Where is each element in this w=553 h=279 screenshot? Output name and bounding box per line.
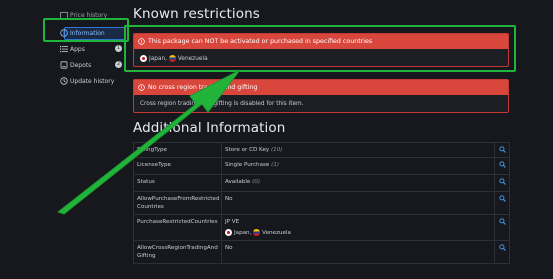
country-list: Japan, Venezuela [225, 229, 491, 237]
row-value: Single Purchase (1) [222, 158, 495, 174]
restriction-body-text: Cross region trading and gifting is disa… [140, 101, 304, 107]
sidebar-item-label: Apps [70, 45, 85, 53]
highlight-box-nav [43, 18, 129, 42]
restriction-header-text: No cross region trading and gifting [148, 84, 258, 91]
sidebar-item-depots[interactable]: Depots 2 [58, 58, 128, 72]
info-table: BillingType Store or CD Key (10) License… [133, 142, 510, 264]
table-row: LicenseType Single Purchase (1) [134, 158, 509, 175]
sidebar-item-apps[interactable]: Apps 1 [58, 42, 128, 56]
row-key: BillingType [134, 143, 222, 157]
japan-flag-icon [225, 229, 232, 236]
search-button[interactable] [495, 175, 509, 191]
country-name: Japan [234, 230, 250, 236]
clock-icon [60, 77, 68, 85]
search-button[interactable] [495, 143, 509, 157]
page-title: Known restrictions [133, 6, 260, 22]
value-text: No [225, 245, 233, 251]
venezuela-flag-icon [253, 229, 261, 236]
row-value: JP VE Japan, Venezuela [222, 215, 495, 240]
row-value: Store or CD Key (10) [222, 143, 495, 157]
app-root: Price history Information Apps 1 Depots … [0, 0, 553, 279]
value-text: Store or CD Key [225, 147, 270, 153]
sidebar-item-label: Depots [70, 61, 92, 69]
table-row: Status Available (0) [134, 175, 509, 192]
row-key: AllowCrossRegionTradingAnd Gifting [134, 241, 222, 263]
section-title: Additional Information [133, 120, 286, 136]
search-button[interactable] [495, 158, 509, 174]
table-row: AllowPurchaseFromRestricted Countries No [134, 192, 509, 215]
row-key: AllowPurchaseFromRestricted Countries [134, 192, 222, 214]
row-key: LicenseType [134, 158, 222, 174]
value-code: (1) [271, 162, 280, 168]
table-row: BillingType Store or CD Key (10) [134, 143, 509, 158]
alert-icon [138, 84, 145, 91]
row-value: No [222, 241, 495, 263]
row-value: Available (0) [222, 175, 495, 191]
search-icon [498, 178, 506, 185]
search-icon [498, 195, 506, 202]
restriction-body: Cross region trading and gifting is disa… [134, 95, 508, 112]
table-row: AllowCrossRegionTradingAnd Gifting No [134, 241, 509, 263]
search-button[interactable] [495, 215, 509, 240]
restriction-header: No cross region trading and gifting [134, 80, 508, 95]
search-icon [498, 146, 506, 153]
search-button[interactable] [495, 192, 509, 214]
list-icon [60, 46, 68, 53]
search-button[interactable] [495, 241, 509, 263]
sidebar-item-update-history[interactable]: Update history [58, 74, 128, 88]
value-text: JP VE [225, 219, 240, 225]
count-badge: 1 [115, 45, 122, 52]
sidebar-item-label: Update history [70, 77, 115, 85]
count-badge: 2 [115, 61, 122, 68]
search-icon [498, 218, 506, 225]
value-text: Available [225, 179, 251, 185]
row-value: No [222, 192, 495, 214]
value-code: (0) [252, 179, 261, 185]
search-icon [498, 244, 506, 251]
search-icon [498, 161, 506, 168]
highlight-box-restriction [124, 25, 516, 72]
table-row: PurchaseRestrictedCountries JP VE Japan,… [134, 215, 509, 241]
value-code: (10) [270, 147, 283, 153]
row-key: Status [134, 175, 222, 191]
box-icon [60, 61, 68, 69]
restriction-box-trading: No cross region trading and gifting Cros… [133, 79, 509, 113]
country-name: Venezuela [262, 230, 291, 236]
value-text: No [225, 196, 233, 202]
row-key: PurchaseRestrictedCountries [134, 215, 222, 240]
value-text: Single Purchase [225, 162, 270, 168]
